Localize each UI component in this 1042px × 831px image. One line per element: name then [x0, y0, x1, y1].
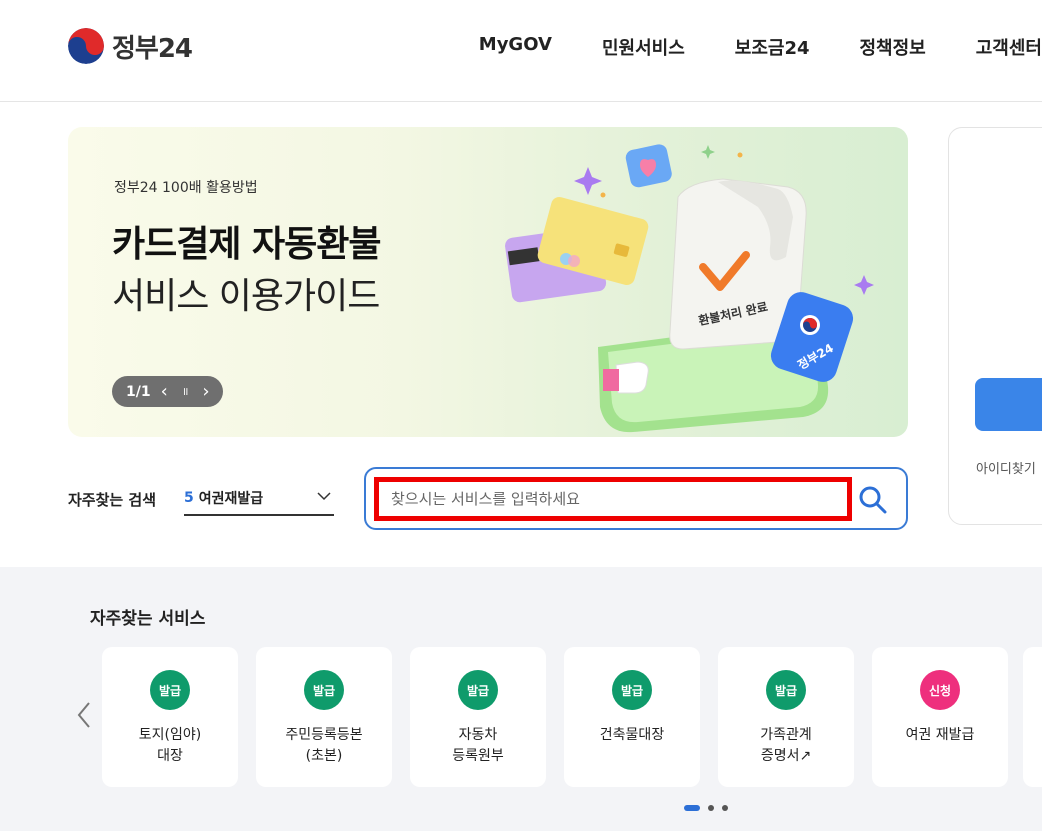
banner-next-button[interactable]: ›: [202, 381, 209, 402]
frequent-services-title: 자주찾는 서비스: [90, 609, 206, 629]
logo-text: 정부24: [112, 33, 193, 64]
service-card-land-register[interactable]: 발급 토지(임야) 대장: [102, 647, 238, 787]
find-id-link[interactable]: 아이디찾기: [976, 458, 1036, 477]
service-card-family-certificate[interactable]: 발급 가족관계 증명서↗: [718, 647, 854, 787]
service-card-passport-reissue[interactable]: 신청 여권 재발급: [872, 647, 1008, 787]
service-card-label: 여권 재발급: [905, 727, 975, 743]
banner-controls: 1/1 ‹ ॥ ›: [112, 376, 223, 407]
banner-title-line2: 서비스 이용가이드: [112, 276, 380, 317]
apply-badge: 신청: [920, 670, 960, 710]
search-input[interactable]: [374, 477, 852, 521]
nav-policy-info[interactable]: 정책정보: [860, 34, 926, 60]
chevron-left-icon[interactable]: [74, 700, 94, 730]
frequent-search-select[interactable]: 5 여권재발급: [184, 482, 334, 516]
banner-subtitle: 정부24 100배 활용방법: [114, 180, 258, 196]
service-card-label: 건축물대장: [599, 727, 665, 743]
service-card-partial[interactable]: [1023, 647, 1042, 787]
refund-illustration: 환불처리 완료 정부24: [505, 144, 874, 433]
banner-pause-button[interactable]: ॥: [182, 384, 189, 399]
nav-subsidy24[interactable]: 보조금24: [735, 34, 810, 60]
pagination-dot-active[interactable]: [684, 805, 700, 811]
login-button[interactable]: [975, 378, 1042, 431]
banner-prev-button[interactable]: ‹: [161, 381, 168, 402]
service-card-label: 자동차 등록원부: [452, 727, 504, 764]
banner-title-line1: 카드결제 자동환불: [112, 224, 381, 265]
pagination-dot[interactable]: [722, 805, 728, 811]
login-card: 아이디찾기: [948, 127, 1042, 525]
taegeuk-logo-icon: [68, 28, 104, 64]
pagination-dot[interactable]: [708, 805, 714, 811]
logo[interactable]: 정부24: [68, 26, 193, 66]
frequent-search-label: 자주찾는 검색: [68, 491, 157, 509]
issue-badge: 발급: [458, 670, 498, 710]
site-header: 정부24 MyGOV 민원서비스 보조금24 정책정보 고객센터: [0, 0, 1042, 102]
main-banner[interactable]: 정부24 100배 활용방법 카드결제 자동환불 서비스 이용가이드 1/1 ‹…: [68, 127, 908, 437]
search-box: [364, 467, 908, 530]
nav-mygov[interactable]: MyGOV: [479, 34, 552, 60]
issue-badge: 발급: [150, 670, 190, 710]
nav-customer-center[interactable]: 고객센터: [976, 34, 1042, 60]
service-card-label: 가족관계 증명서↗: [760, 727, 812, 764]
frequent-search-value: 여권재발급: [198, 491, 264, 507]
carousel-pagination: [684, 805, 728, 811]
service-cards: 발급 토지(임야) 대장 발급 주민등록등본 (초본) 발급 자동차 등록원부 …: [102, 647, 1026, 787]
banner-counter: 1/1: [126, 383, 151, 400]
service-card-vehicle-register[interactable]: 발급 자동차 등록원부: [410, 647, 546, 787]
issue-badge: 발급: [304, 670, 344, 710]
service-card-label: 토지(임야) 대장: [138, 727, 202, 764]
service-card-resident-register[interactable]: 발급 주민등록등본 (초본): [256, 647, 392, 787]
issue-badge: 발급: [766, 670, 806, 710]
search-icon[interactable]: [858, 485, 888, 515]
chevron-down-icon: [317, 492, 331, 501]
frequent-search-rank: 5: [184, 490, 194, 506]
main-nav: MyGOV 민원서비스 보조금24 정책정보 고객센터: [479, 34, 1042, 60]
service-card-building-register[interactable]: 발급 건축물대장: [564, 647, 700, 787]
nav-civil-services[interactable]: 민원서비스: [602, 34, 685, 60]
service-card-label: 주민등록등본 (초본): [285, 727, 363, 764]
issue-badge: 발급: [612, 670, 652, 710]
